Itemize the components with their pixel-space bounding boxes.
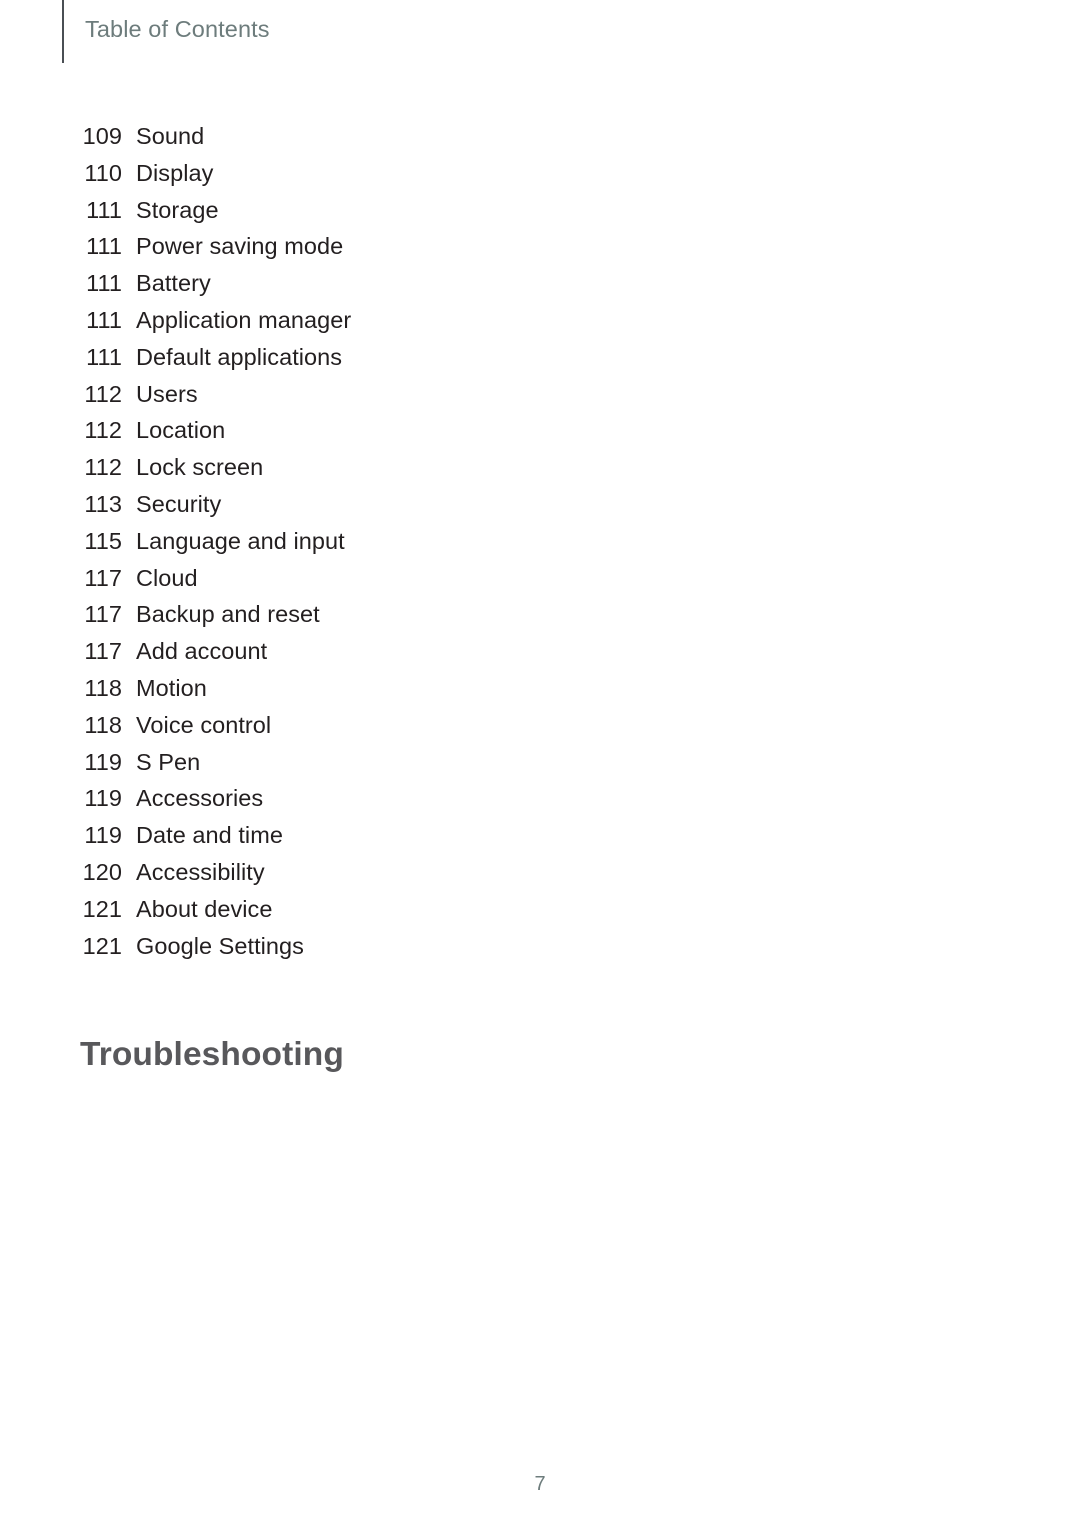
toc-entry-page-number: 112 [84,454,122,481]
toc-entry[interactable]: 121 Google Settings [82,933,842,970]
toc-entry-label: Battery [136,270,211,297]
toc-entry-label: Security [136,490,222,517]
toc-entry-label: Storage [136,196,219,223]
toc-entry[interactable]: 120 Accessibility [82,859,842,896]
document-page: Table of Contents 109 Sound 110 Display 111 S… [0,0,1080,1527]
toc-entry-page-number: 111 [86,306,122,333]
toc-entry-label: Google Settings [136,932,304,959]
toc-entry-label: Location [136,417,226,444]
page-number-folio: 7 [534,1473,546,1495]
toc-entry-page-number: 111 [86,233,122,260]
running-header: Table of Contents [62,0,270,63]
toc-entry[interactable]: 121 About device [82,896,842,933]
toc-entry-page-number: 112 [84,417,122,444]
toc-entry-label: Display [136,159,214,186]
toc-entry-page-number: 109 [82,123,122,149]
toc-entry-page-number: 113 [84,490,122,517]
toc-entry-page-number: 119 [84,785,122,812]
toc-entry[interactable]: 112 Location [82,417,842,454]
chapter-heading: Troubleshooting [80,1036,344,1073]
toc-entry-label: Language and input [136,527,345,554]
toc-entry-page-number: 119 [84,748,122,775]
toc-entry-page-number: 121 [82,932,122,959]
toc-entry[interactable]: 111 Storage [82,197,842,234]
toc-entry-page-number: 111 [86,270,122,297]
toc-entry[interactable]: 112 Users [82,381,842,418]
toc-entry-label: Users [136,380,198,407]
toc-entry-page-number: 118 [84,711,122,738]
toc-entry-label: Voice control [136,711,272,738]
running-header-title: Table of Contents [85,16,270,42]
toc-entry[interactable]: 117 Add account [82,638,842,675]
toc-entry-label: Date and time [136,822,283,849]
toc-entry-label: Accessibility [136,858,265,885]
toc-entry-page-number: 111 [86,343,122,370]
toc-entry[interactable]: 111 Battery [82,270,842,307]
toc-entry-page-number: 119 [84,822,122,849]
toc-entry-label: About device [136,895,273,922]
toc-entry-label: Power saving mode [136,233,344,260]
table-of-contents-list: 109 Sound 110 Display 111 Storage 111 Power sav… [82,123,842,969]
toc-entry-page-number: 121 [82,895,122,922]
toc-entry-label: S Pen [136,748,201,775]
toc-entry[interactable]: 119 Accessories [82,785,842,822]
toc-entry[interactable]: 110 Display [82,160,842,197]
toc-entry-page-number: 110 [84,159,122,186]
header-rule-divider [62,0,64,63]
toc-entry[interactable]: 118 Motion [82,675,842,712]
toc-entry[interactable]: 118 Voice control [82,712,842,749]
toc-entry-label: Cloud [136,564,198,591]
toc-entry[interactable]: 113 Security [82,491,842,528]
toc-entry-page-number: 115 [84,527,122,554]
toc-entry-page-number: 120 [82,858,122,885]
toc-entry-label: Backup and reset [136,601,320,628]
toc-entry-label: Application manager [136,306,352,333]
toc-entry-label: Add account [136,638,268,665]
toc-entry[interactable]: 119 Date and time [82,822,842,859]
toc-entry[interactable]: 111 Application manager [82,307,842,344]
toc-entry-page-number: 117 [84,601,122,628]
toc-entry[interactable]: 117 Cloud [82,565,842,602]
toc-entry[interactable]: 109 Sound [82,123,842,160]
toc-entry-label: Default applications [136,343,343,370]
toc-entry-page-number: 112 [84,380,122,407]
toc-entry-page-number: 117 [84,638,122,665]
toc-entry-page-number: 118 [84,674,122,701]
toc-entry-label: Accessories [136,785,264,812]
toc-entry-label: Lock screen [136,454,264,481]
toc-entry[interactable]: 112 Lock screen [82,454,842,491]
toc-entry[interactable]: 119 S Pen [82,749,842,786]
toc-entry-label: Motion [136,674,207,701]
toc-entry-page-number: 117 [84,564,122,591]
toc-entry-page-number: 111 [86,196,122,223]
toc-entry[interactable]: 117 Backup and reset [82,601,842,638]
toc-entry-label: Sound [136,123,205,149]
toc-entry[interactable]: 111 Default applications [82,344,842,381]
toc-entry[interactable]: 115 Language and input [82,528,842,565]
toc-entry[interactable]: 111 Power saving mode [82,233,842,270]
